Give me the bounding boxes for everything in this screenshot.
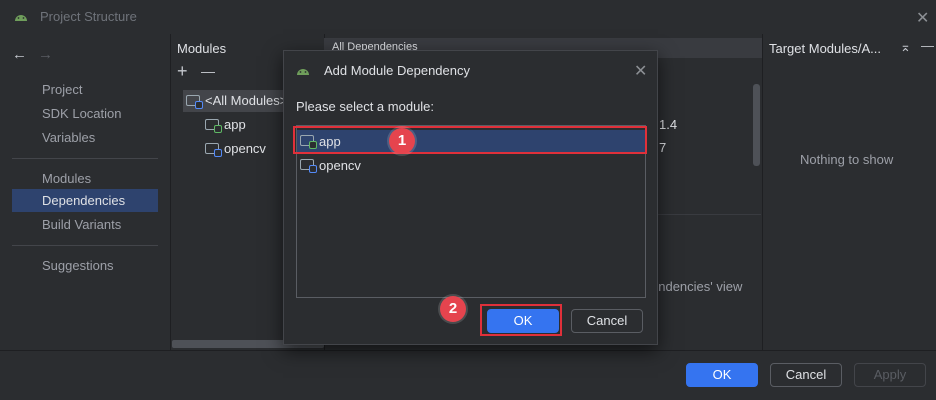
target-modules-empty-text: Nothing to show xyxy=(800,152,894,167)
footer-cancel-button[interactable]: Cancel xyxy=(770,363,842,387)
step-1-badge: 1 xyxy=(389,128,415,154)
sidebar-item-modules[interactable]: Modules xyxy=(12,167,158,190)
vertical-scrollbar[interactable] xyxy=(753,84,760,166)
dependency-version-fragment: 1.4 xyxy=(659,117,678,132)
footer-ok-button[interactable]: OK xyxy=(686,363,758,387)
android-icon xyxy=(297,69,309,75)
target-modules-title: Target Modules/A... xyxy=(769,41,881,56)
dialog-title: Add Module Dependency xyxy=(324,63,470,78)
footer-bar: OK Cancel Apply xyxy=(0,350,936,400)
sidebar-item-suggestions[interactable]: Suggestions xyxy=(12,254,158,277)
module-tree-item-label: opencv xyxy=(224,141,266,156)
sidebar-item-build-variants[interactable]: Build Variants xyxy=(12,213,158,236)
dialog-prompt: Please select a module: xyxy=(296,99,435,114)
sidebar-item-project[interactable]: Project xyxy=(12,78,158,101)
back-arrow-icon[interactable]: ← xyxy=(12,46,27,63)
dependency-version-fragment: 7 xyxy=(659,140,667,155)
module-list-item-label: opencv xyxy=(319,158,361,173)
highlight-ok-button xyxy=(480,304,562,336)
module-folder-icon xyxy=(205,119,222,133)
target-modules-panel: Target Modules/A... ⌅ — Nothing to show xyxy=(762,34,936,350)
window-title: Project Structure xyxy=(40,9,137,24)
sidebar-item-variables[interactable]: Variables xyxy=(12,126,158,149)
forward-arrow-icon[interactable]: → xyxy=(38,46,53,63)
module-tree-item-label: <All Modules> xyxy=(205,93,288,108)
highlight-app-item xyxy=(293,126,647,154)
sidebar-item-sdk-location[interactable]: SDK Location xyxy=(12,102,158,125)
module-folder-icon xyxy=(300,159,317,173)
window-close-icon[interactable]: ✕ xyxy=(916,8,929,28)
empty-state-text-fragment: endencies' view xyxy=(651,279,743,294)
sidebar-divider xyxy=(12,245,158,246)
add-module-dependency-dialog: Add Module Dependency ✕ Please select a … xyxy=(283,50,658,345)
collapse-icon[interactable]: ⌅ xyxy=(900,39,911,55)
sidebar-divider xyxy=(12,158,158,159)
modules-panel-title: Modules xyxy=(177,41,227,56)
module-list-item-opencv[interactable]: opencv xyxy=(297,154,645,178)
dialog-cancel-button[interactable]: Cancel xyxy=(571,309,643,333)
add-module-icon[interactable]: + xyxy=(177,61,188,82)
module-tree-item-label: app xyxy=(224,117,246,132)
title-bar: Project Structure ✕ xyxy=(0,0,936,34)
minimize-icon[interactable]: — xyxy=(921,38,934,53)
footer-apply-button: Apply xyxy=(854,363,926,387)
dialog-close-icon[interactable]: ✕ xyxy=(634,61,647,81)
remove-module-icon[interactable]: — xyxy=(201,63,215,79)
android-icon xyxy=(15,15,27,21)
step-2-badge: 2 xyxy=(440,296,466,322)
sidebar: ← → Project SDK Location Variables Modul… xyxy=(0,34,170,350)
module-folder-icon xyxy=(186,95,203,109)
sidebar-item-dependencies[interactable]: Dependencies xyxy=(12,189,158,212)
module-folder-icon xyxy=(205,143,222,157)
